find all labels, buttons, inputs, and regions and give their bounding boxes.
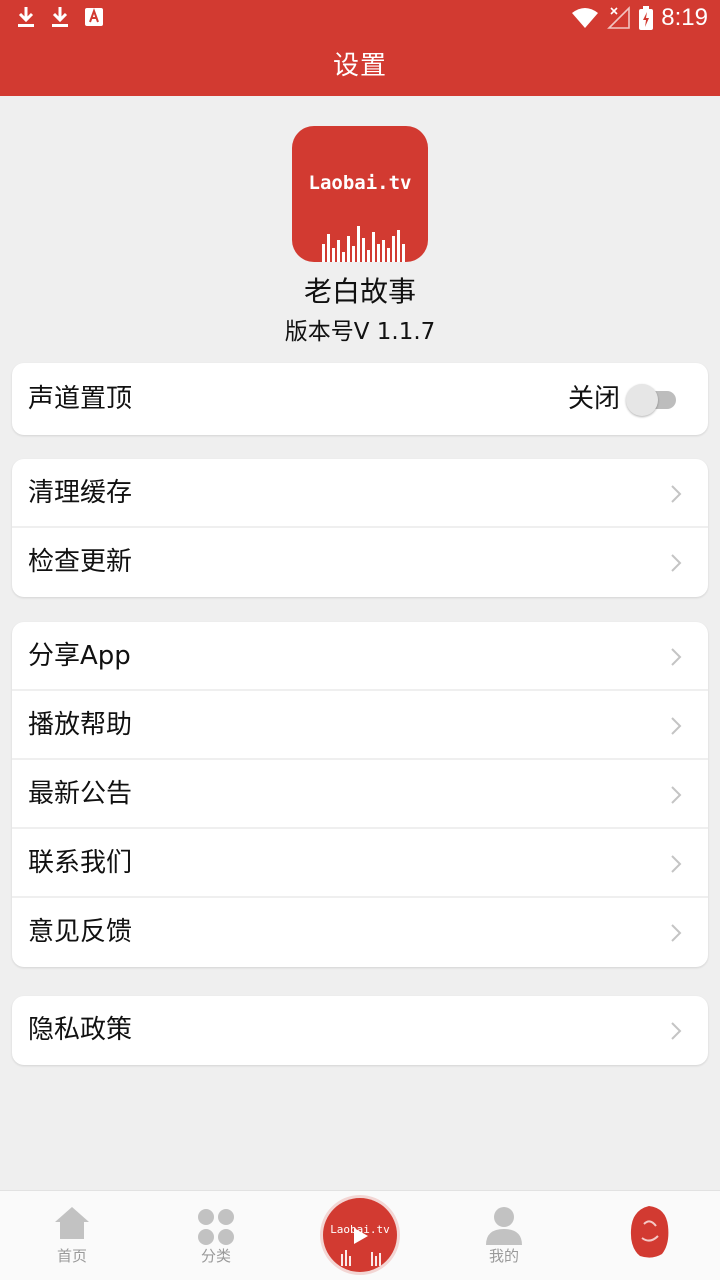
chevron-right-icon: [671, 924, 682, 942]
channel-top-row[interactable]: 声道置顶 关闭: [12, 363, 708, 435]
latest-notice-row[interactable]: 最新公告: [12, 760, 708, 829]
chevron-right-icon: [671, 855, 682, 873]
feedback-label: 意见反馈: [28, 917, 133, 947]
play-icon: [341, 1228, 381, 1266]
logo-text: Laobai.tv: [308, 172, 412, 194]
status-bar: 8:19: [0, 0, 720, 36]
latest-notice-label: 最新公告: [28, 779, 133, 809]
nav-category-label: 分类: [200, 1247, 231, 1265]
app-logo: Laobai.tv: [292, 126, 428, 262]
chevron-right-icon: [671, 485, 682, 503]
maintenance-card: 清理缓存 检查更新: [12, 459, 708, 597]
play-help-label: 播放帮助: [28, 710, 133, 740]
chevron-right-icon: [671, 1022, 682, 1040]
privacy-policy-label: 隐私政策: [28, 1015, 133, 1045]
toggle-thumb[interactable]: [626, 384, 658, 416]
privacy-card: 隐私政策: [12, 996, 708, 1065]
app-bar: 设置: [0, 36, 720, 96]
clear-cache-row[interactable]: 清理缓存: [12, 459, 708, 528]
app-version: 版本号V 1.1.7: [284, 319, 436, 345]
play-help-row[interactable]: 播放帮助: [12, 691, 708, 760]
channel-top-label: 声道置顶: [28, 384, 133, 414]
app-name: 老白故事: [303, 275, 416, 308]
nav-mine[interactable]: 我的: [432, 1191, 576, 1280]
chevron-right-icon: [671, 554, 682, 572]
sound-wave-skyline-icon: [322, 226, 405, 262]
toggle-state-label: 关闭: [567, 384, 620, 414]
status-time: 8:19: [661, 4, 708, 31]
channel-top-card: 声道置顶 关闭: [12, 363, 708, 435]
info-card: 分享App 播放帮助 最新公告 联系我们 意见反馈: [12, 622, 708, 967]
contact-us-label: 联系我们: [28, 848, 133, 878]
no-signal-icon: [607, 6, 631, 29]
status-bar-system: 8:19: [571, 4, 708, 32]
wifi-icon: [572, 8, 599, 28]
nav-home[interactable]: 首页: [0, 1191, 144, 1280]
share-app-row[interactable]: 分享App: [12, 622, 708, 691]
feedback-row[interactable]: 意见反馈: [12, 898, 708, 967]
nav-mine-label: 我的: [488, 1247, 519, 1265]
home-icon: [55, 1207, 89, 1239]
check-update-row[interactable]: 检查更新: [12, 528, 708, 597]
privacy-policy-row[interactable]: 隐私政策: [12, 996, 708, 1065]
font-notification-icon: [85, 8, 103, 26]
nav-home-label: 首页: [56, 1247, 87, 1265]
user-icon: [486, 1207, 522, 1245]
chevron-right-icon: [671, 648, 682, 666]
battery-charging-icon: [639, 6, 654, 30]
download-icon: [18, 7, 34, 27]
page-title: 设置: [332, 51, 387, 81]
contact-us-row[interactable]: 联系我们: [12, 829, 708, 898]
share-app-label: 分享App: [28, 641, 131, 671]
nav-category[interactable]: 分类: [144, 1191, 288, 1280]
chevron-right-icon: [671, 786, 682, 804]
now-playing-button[interactable]: Laobai.tv: [323, 1198, 397, 1272]
category-grid-icon: [198, 1209, 234, 1245]
avatar[interactable]: [626, 1204, 672, 1260]
download-icon: [52, 7, 68, 27]
check-update-label: 检查更新: [28, 547, 133, 577]
clear-cache-label: 清理缓存: [28, 478, 133, 508]
status-bar-notifications: [16, 5, 104, 29]
chevron-right-icon: [671, 717, 682, 735]
